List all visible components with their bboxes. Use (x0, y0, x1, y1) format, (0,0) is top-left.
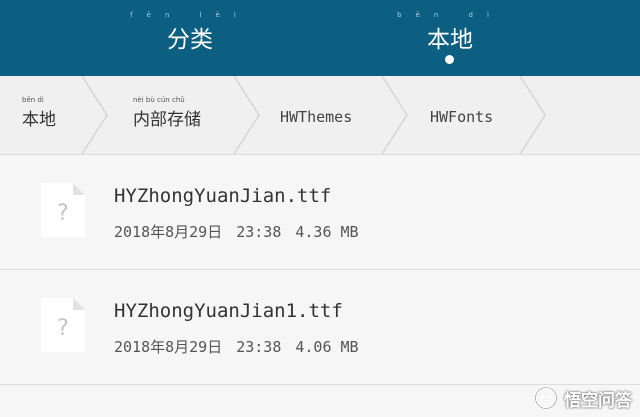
chevron-right-icon (233, 76, 260, 154)
svg-text:?: ? (57, 201, 69, 226)
breadcrumb-label: 本地 (22, 110, 56, 130)
unknown-file-icon: ? (41, 298, 85, 352)
file-time: 23:38 (236, 338, 282, 356)
tab-category-label: 分类 (167, 27, 213, 53)
unknown-file-icon: ? (41, 183, 85, 237)
file-list-item[interactable]: ? HYZhongYuanJian1.ttf 2018年8月29日 23:38 4.… (0, 270, 640, 385)
breadcrumb-label: HWFonts (430, 108, 494, 126)
breadcrumb-label: HWThemes (280, 108, 353, 126)
file-meta: 2018年8月29日 23:38 4.06 MB (114, 336, 359, 357)
chevron-right-icon (519, 76, 546, 154)
tab-header: fēn lèi 分类 běn dì 本地 (0, 0, 640, 76)
chevron-right-icon (81, 76, 108, 154)
tab-category-ruby: fēn lèi (130, 11, 250, 19)
file-date: 2018年8月29日 (114, 223, 223, 241)
wukong-logo-icon (534, 386, 558, 410)
breadcrumb-label: 内部存储 (133, 110, 201, 130)
file-size: 4.06 MB (295, 338, 359, 356)
breadcrumb-ruby: běn dì (22, 96, 44, 104)
watermark-text: 悟空问答 (564, 390, 632, 411)
breadcrumb: běn dì 本地 nèi bù cún chǔ 内部存储 HWThemes H… (0, 76, 640, 155)
breadcrumb-ruby: nèi bù cún chǔ (133, 96, 185, 104)
tab-local-label: 本地 (427, 27, 473, 53)
active-tab-indicator (445, 55, 454, 64)
tab-local-ruby: běn dì (397, 11, 503, 19)
file-time: 23:38 (236, 223, 282, 241)
file-name: HYZhongYuanJian.ttf (114, 185, 332, 207)
file-date: 2018年8月29日 (114, 338, 223, 356)
file-name: HYZhongYuanJian1.ttf (114, 300, 343, 322)
svg-text:?: ? (57, 316, 69, 341)
file-meta: 2018年8月29日 23:38 4.36 MB (114, 221, 359, 242)
watermark: 悟空问答 (534, 385, 632, 411)
chevron-right-icon (381, 76, 408, 154)
file-size: 4.36 MB (295, 223, 359, 241)
tab-category[interactable]: fēn lèi 分类 (90, 0, 290, 76)
file-list-item[interactable]: ? HYZhongYuanJian.ttf 2018年8月29日 23:38 4.3… (0, 155, 640, 270)
tab-local[interactable]: běn dì 本地 (350, 0, 550, 76)
